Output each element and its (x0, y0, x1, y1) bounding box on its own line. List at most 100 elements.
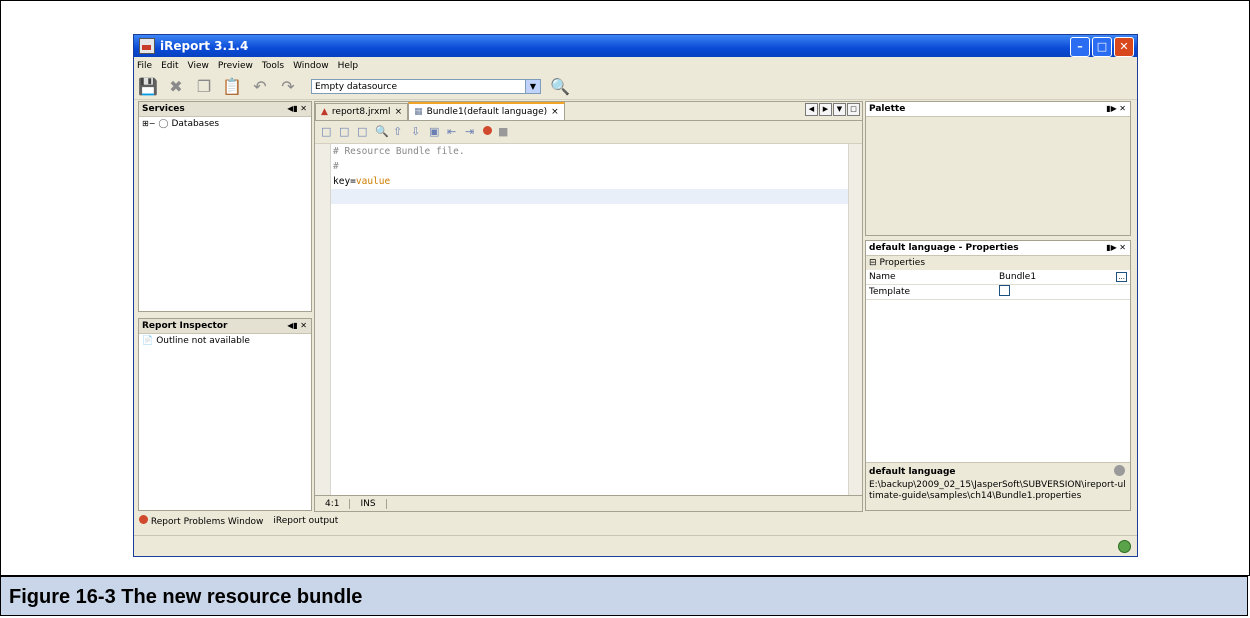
datasource-select[interactable]: Empty datasource ▼ (311, 79, 541, 94)
main-toolbar: 💾 ✖ ❐ 📋 ↶ ↷ Empty datasource ▼ 🔍 (134, 74, 1137, 100)
maximize-editor-icon[interactable]: □ (847, 103, 860, 116)
editor-gutter (315, 144, 331, 495)
shift-right-icon[interactable]: ⇥ (465, 126, 477, 138)
undo-icon[interactable]: ↶ (251, 77, 269, 96)
menu-tools[interactable]: Tools (262, 61, 284, 71)
figure-caption: Figure 16-3 The new resource bundle (0, 575, 1248, 616)
panel-controls[interactable]: ▮▶ ✕ (1106, 241, 1126, 255)
collapse-icon[interactable]: ⊟ (869, 256, 877, 270)
property-value[interactable]: Bundle1... (996, 270, 1130, 285)
maximize-button[interactable]: □ (1092, 37, 1112, 57)
editor-scrollbar[interactable] (848, 144, 862, 495)
find-previous-icon[interactable]: ⇧ (393, 126, 405, 138)
ellipsis-button[interactable]: ... (1116, 272, 1127, 282)
stop-macro-icon[interactable]: ■ (498, 126, 510, 138)
back-icon[interactable]: □ (321, 126, 333, 138)
cursor-position: 4:1 (315, 498, 351, 509)
editor-status: 4:1 INS (315, 495, 862, 511)
forward-icon[interactable]: □ (339, 126, 351, 138)
properties-header: default language - Properties ▮▶ ✕ (866, 241, 1130, 256)
app-icon (139, 38, 155, 54)
find-next-icon[interactable]: ⇩ (411, 126, 423, 138)
menu-bar: File Edit View Preview Tools Window Help (134, 57, 1137, 74)
tree-item-databases[interactable]: ⊞− ◯ Databases (139, 117, 311, 131)
shift-left-icon[interactable]: ⇤ (447, 126, 459, 138)
properties-table: Name Bundle1... Template (866, 270, 1130, 300)
toggle-highlight-icon[interactable]: ▣ (429, 126, 441, 138)
record-macro-icon[interactable] (483, 126, 492, 138)
properties-panel: default language - Properties ▮▶ ✕ ⊟ Pro… (865, 240, 1131, 511)
property-description: default language E:\backup\2009_02_15\Ja… (866, 462, 1130, 510)
output-tabs: Report Problems Window iReport output (134, 513, 1137, 528)
description-title: default language (869, 465, 1127, 477)
description-text: E:\backup\2009_02_15\JasperSoft\SUBVERSI… (869, 480, 1126, 501)
chevron-down-icon[interactable]: ▼ (525, 80, 540, 93)
history-icon[interactable]: □ (357, 126, 369, 138)
template-checkbox[interactable] (999, 285, 1010, 296)
report-icon: ▲ (321, 107, 328, 117)
property-row[interactable]: Template (866, 284, 1130, 300)
error-icon (139, 514, 148, 524)
tab-report-problems[interactable]: Report Problems Window (139, 514, 263, 527)
properties-section[interactable]: ⊟ Properties (866, 256, 1130, 270)
property-value[interactable] (996, 284, 1130, 300)
code-line: # (333, 161, 339, 172)
menu-view[interactable]: View (188, 61, 209, 71)
help-icon[interactable] (1114, 465, 1125, 476)
tab-ireport-output[interactable]: iReport output (273, 516, 338, 526)
tab-report8[interactable]: ▲ report8.jrxml × (315, 103, 409, 120)
editor-toolbar: □ □ □ 🔍 ⇧ ⇩ ▣ ⇤ ⇥ ■ (315, 121, 862, 144)
ireport-window: iReport 3.1.4 – □ ✕ File Edit View Previ… (133, 34, 1138, 557)
menu-help[interactable]: Help (338, 61, 359, 71)
scroll-left-icon[interactable]: ◀ (805, 103, 818, 116)
save-icon[interactable]: 💾 (138, 77, 158, 96)
tab-nav: ◀ ▶ ▼ □ (805, 103, 860, 116)
report-inspector-header: Report Inspector ◀▮ ✕ (139, 319, 311, 334)
redo-icon[interactable]: ↷ (279, 77, 297, 96)
bundle-icon: ▦ (414, 107, 423, 117)
scroll-right-icon[interactable]: ▶ (819, 103, 832, 116)
palette-panel: Palette ▮▶ ✕ (865, 101, 1131, 236)
tab-bundle1[interactable]: ▦ Bundle1(default language) × (408, 102, 565, 120)
copy-icon[interactable]: ❐ (195, 77, 213, 96)
find-icon[interactable]: 🔍 (375, 126, 389, 138)
report-inspector-panel: Report Inspector ◀▮ ✕ 📄 Outline not avai… (138, 318, 312, 511)
notification-icon[interactable] (1118, 540, 1131, 553)
figure-frame: iReport 3.1.4 – □ ✕ File Edit View Previ… (0, 0, 1250, 576)
insert-mode: INS (350, 498, 387, 509)
palette-header: Palette ▮▶ ✕ (866, 102, 1130, 117)
editor-tabs: ▲ report8.jrxml × ▦ Bundle1(default lang… (315, 102, 862, 121)
paste-icon[interactable]: 📋 (222, 77, 242, 96)
menu-file[interactable]: File (137, 61, 152, 71)
editor-area: ▲ report8.jrxml × ▦ Bundle1(default lang… (314, 101, 863, 512)
status-bar (134, 535, 1137, 556)
panel-controls[interactable]: ◀▮ ✕ (287, 319, 307, 333)
code-line: # Resource Bundle file. (333, 146, 465, 157)
code-line: key=vaulue (333, 176, 391, 187)
tab-list-icon[interactable]: ▼ (833, 103, 846, 116)
panel-controls[interactable]: ▮▶ ✕ (1106, 102, 1126, 116)
expand-icon[interactable]: ⊞− (142, 117, 155, 131)
property-name: Name (866, 270, 996, 285)
datasource-value: Empty datasource (315, 82, 398, 92)
menu-edit[interactable]: Edit (161, 61, 178, 71)
close-button[interactable]: ✕ (1114, 37, 1134, 57)
panel-controls[interactable]: ◀▮ ✕ (287, 102, 307, 116)
close-tab-icon[interactable]: × (551, 104, 559, 120)
window-title: iReport 3.1.4 (160, 39, 249, 53)
menu-window[interactable]: Window (293, 61, 329, 71)
cut-icon[interactable]: ✖ (167, 77, 185, 96)
property-row[interactable]: Name Bundle1... (866, 270, 1130, 285)
datasource-report-icon[interactable]: 🔍 (550, 77, 570, 96)
close-tab-icon[interactable]: × (395, 104, 403, 120)
property-name: Template (866, 284, 996, 300)
menu-preview[interactable]: Preview (218, 61, 253, 71)
current-line (331, 189, 848, 204)
document-icon: 📄 (142, 336, 154, 346)
services-panel: Services ◀▮ ✕ ⊞− ◯ Databases (138, 101, 312, 312)
database-icon: ◯ (158, 119, 169, 129)
services-header: Services ◀▮ ✕ (139, 102, 311, 117)
title-bar: iReport 3.1.4 – □ ✕ (134, 35, 1137, 57)
minimize-button[interactable]: – (1070, 37, 1090, 57)
code-editor[interactable]: # Resource Bundle file. # key=vaulue (331, 144, 848, 495)
